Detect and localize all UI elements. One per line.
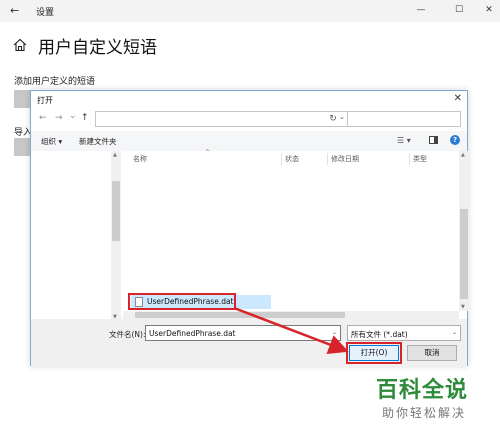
file-highlight-box bbox=[128, 293, 236, 310]
column-separator[interactable] bbox=[281, 153, 282, 165]
open-button[interactable]: 打开(O) bbox=[349, 345, 399, 361]
dialog-close-button[interactable]: ✕ bbox=[454, 93, 462, 104]
column-separator[interactable] bbox=[409, 153, 410, 165]
dialog-titlebar: 打开 ✕ bbox=[31, 91, 467, 109]
dialog-title: 打开 bbox=[37, 96, 53, 105]
watermark-subtitle: 助你轻松解决 bbox=[382, 406, 467, 420]
settings-titlebar: ← 设置 — ☐ ✕ bbox=[0, 0, 500, 22]
file-type-value: 所有文件 (*.dat) bbox=[351, 330, 408, 339]
column-header-status[interactable]: 状态 bbox=[285, 154, 299, 164]
help-icon[interactable]: ? bbox=[450, 135, 460, 145]
nav-back-button[interactable]: ← bbox=[39, 113, 47, 123]
scroll-down-icon[interactable]: ▼ bbox=[461, 304, 465, 310]
horizontal-scrollbar[interactable] bbox=[123, 311, 459, 319]
dialog-footer: 文件名(N): UserDefinedPhrase.dat ⌄ 所有文件 (*.… bbox=[31, 319, 467, 367]
scrollbar-thumb[interactable] bbox=[112, 181, 120, 241]
home-icon[interactable] bbox=[13, 38, 27, 52]
page-title: 用户自定义短语 bbox=[38, 38, 157, 58]
file-list-scrollbar[interactable]: ▲ ▼ bbox=[459, 151, 469, 311]
navigation-pane-scrollbar[interactable]: ▲ ▼ bbox=[111, 151, 121, 321]
preview-pane-icon[interactable] bbox=[429, 136, 438, 144]
minimize-button[interactable]: — bbox=[414, 3, 428, 17]
back-arrow-icon[interactable]: ← bbox=[10, 4, 19, 17]
close-button[interactable]: ✕ bbox=[482, 3, 496, 17]
filename-input[interactable]: UserDefinedPhrase.dat ⌄ bbox=[145, 325, 341, 341]
chevron-down-icon[interactable]: ⌄ bbox=[452, 329, 457, 336]
filename-value: UserDefinedPhrase.dat bbox=[149, 329, 236, 338]
organize-menu[interactable]: 组织 ▾ bbox=[41, 136, 62, 147]
recent-locations-chevron-icon[interactable]: ⌄ bbox=[69, 111, 77, 121]
view-menu-icon[interactable]: ☰ ▾ bbox=[397, 136, 411, 145]
maximize-button[interactable]: ☐ bbox=[452, 3, 466, 17]
file-list: 名称 ^ 状态 修改日期 类型 UserDefinedPhrase.dat bbox=[123, 149, 459, 311]
address-bar[interactable]: ⌄ bbox=[95, 111, 349, 127]
filename-label: 文件名(N): bbox=[109, 330, 146, 339]
navigation-bar: ← → ⌄ ↑ ⌄ ↻ bbox=[31, 109, 467, 131]
add-phrase-label: 添加用户定义的短语 bbox=[14, 77, 96, 87]
chevron-down-icon[interactable]: ⌄ bbox=[332, 329, 337, 336]
search-input[interactable] bbox=[347, 111, 461, 127]
refresh-icon[interactable]: ↻ bbox=[323, 111, 343, 127]
scroll-up-icon[interactable]: ▲ bbox=[113, 152, 117, 158]
navigation-pane[interactable] bbox=[31, 151, 121, 321]
window-title: 设置 bbox=[36, 8, 55, 18]
cancel-button[interactable]: 取消 bbox=[407, 345, 457, 361]
column-header-modified[interactable]: 修改日期 bbox=[331, 154, 359, 164]
file-type-select[interactable]: 所有文件 (*.dat) ⌄ bbox=[347, 325, 461, 341]
scrollbar-thumb[interactable] bbox=[460, 209, 468, 299]
column-header-type[interactable]: 类型 bbox=[413, 154, 427, 164]
folder-up-icon[interactable]: ↑ bbox=[81, 113, 89, 123]
sort-ascending-icon: ^ bbox=[205, 149, 211, 156]
watermark-title: 百科全说 bbox=[376, 378, 469, 403]
open-file-dialog: 打开 ✕ ← → ⌄ ↑ ⌄ ↻ 组织 ▾ 新建文件夹 ☰ ▾ ? ▲ ▼ 名称… bbox=[30, 90, 469, 367]
column-separator[interactable] bbox=[327, 153, 328, 165]
scroll-up-icon[interactable]: ▲ bbox=[461, 152, 465, 158]
column-header-name[interactable]: 名称 bbox=[133, 154, 147, 164]
dialog-toolbar: 组织 ▾ 新建文件夹 ☰ ▾ ? bbox=[31, 131, 467, 151]
new-folder-button[interactable]: 新建文件夹 bbox=[79, 136, 117, 147]
list-item[interactable]: UserDefinedPhrase.dat bbox=[128, 293, 271, 310]
watermark-logo: 百科全说 助你轻松解决 bbox=[374, 372, 494, 428]
nav-forward-button[interactable]: → bbox=[55, 113, 63, 123]
scrollbar-thumb[interactable] bbox=[135, 312, 345, 318]
